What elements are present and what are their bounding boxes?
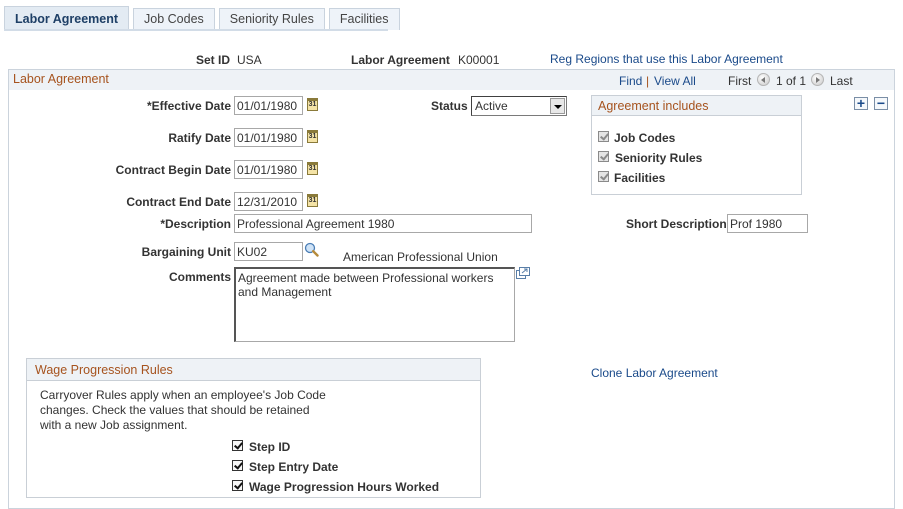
expand-popup-icon[interactable] (516, 267, 530, 279)
job-codes-checkbox (598, 131, 609, 142)
ratify-date-input[interactable] (234, 128, 303, 147)
facilities-label: Facilities (614, 171, 666, 185)
agreement-includes-header: Agreement includes (592, 96, 801, 116)
next-arrow-icon[interactable] (811, 73, 824, 86)
tab-job-codes[interactable]: Job Codes (133, 8, 215, 30)
agreement-value: K00001 (458, 53, 500, 67)
short-description-label: Short Description (626, 217, 727, 231)
add-row-button[interactable]: + (854, 96, 868, 110)
wage-progression-header: Wage Progression Rules (27, 359, 480, 381)
calendar-icon[interactable]: 31 (307, 98, 318, 111)
step-id-label: Step ID (249, 440, 291, 454)
effective-date-input[interactable] (234, 96, 303, 115)
comments-label: Comments (168, 270, 231, 284)
effective-date-label: *Effective Date (146, 99, 231, 113)
bargaining-unit-description: American Professional Union (343, 250, 498, 264)
step-entry-date-checkbox[interactable] (232, 460, 243, 471)
search-icon[interactable] (304, 242, 319, 257)
find-link[interactable]: Find (619, 74, 642, 88)
clone-labor-agreement-link[interactable]: Clone Labor Agreement (591, 366, 718, 380)
wage-progression-hours-checkbox[interactable] (232, 480, 243, 491)
view-all-link[interactable]: View All (654, 74, 696, 88)
status-value: Active (475, 99, 508, 113)
tab-facilities[interactable]: Facilities (328, 8, 400, 30)
contract-begin-input[interactable] (234, 160, 303, 179)
step-id-checkbox[interactable] (232, 440, 243, 451)
wage-progression-hours-label: Wage Progression Hours Worked (249, 480, 440, 494)
tab-seniority-rules[interactable]: Seniority Rules (218, 8, 325, 30)
calendar-icon[interactable]: 31 (307, 194, 318, 207)
seniority-rules-checkbox (598, 151, 609, 162)
facilities-checkbox (598, 171, 609, 182)
status-label: Status (431, 99, 468, 113)
page-info: 1 of 1 (776, 74, 807, 88)
status-select[interactable]: Active (471, 96, 567, 116)
first-label: First (728, 74, 752, 88)
wage-progression-title: Wage Progression Rules (35, 363, 173, 377)
delete-row-button[interactable]: − (874, 96, 888, 110)
calendar-icon[interactable]: 31 (307, 130, 318, 143)
chevron-down-icon[interactable] (550, 98, 565, 114)
contract-begin-label: Contract Begin Date (115, 163, 231, 177)
reg-regions-link[interactable]: Reg Regions that use this Labor Agreemen… (550, 52, 783, 66)
ratify-date-label: Ratify Date (168, 131, 231, 145)
frame-title: Labor Agreement (13, 72, 109, 86)
agreement-label: Labor Agreement (351, 53, 450, 67)
contract-end-input[interactable] (234, 192, 303, 211)
setid-value: USA (237, 53, 262, 67)
tab-labor-agreement[interactable]: Labor Agreement (4, 6, 130, 30)
seniority-rules-label: Seniority Rules (615, 151, 703, 165)
comments-textarea[interactable]: Agreement made between Professional work… (234, 267, 515, 342)
tab-bar: Labor Agreement Job Codes Seniority Rule… (4, 6, 404, 30)
description-input[interactable] (234, 214, 532, 233)
wage-progression-description-line: Carryover Rules apply when an employee's… (40, 388, 326, 402)
description-label: *Description (160, 217, 231, 231)
calendar-icon[interactable]: 31 (307, 162, 318, 175)
wage-progression-description-line: changes. Check the values that should be… (40, 403, 310, 417)
step-entry-date-label: Step Entry Date (249, 460, 339, 474)
wage-progression-description-line: with a new Job assignment. (40, 418, 188, 432)
short-description-input[interactable] (727, 214, 808, 233)
agreement-includes-title: Agreement includes (598, 99, 709, 113)
contract-end-label: Contract End Date (126, 195, 231, 209)
tab-underline (4, 29, 388, 31)
previous-arrow-icon[interactable] (757, 73, 770, 86)
find-separator: | (646, 74, 650, 88)
bargaining-unit-label: Bargaining Unit (141, 245, 231, 259)
job-codes-label: Job Codes (614, 131, 676, 145)
bargaining-unit-input[interactable] (234, 242, 303, 261)
setid-label: Set ID (196, 53, 231, 67)
last-label: Last (830, 74, 853, 88)
